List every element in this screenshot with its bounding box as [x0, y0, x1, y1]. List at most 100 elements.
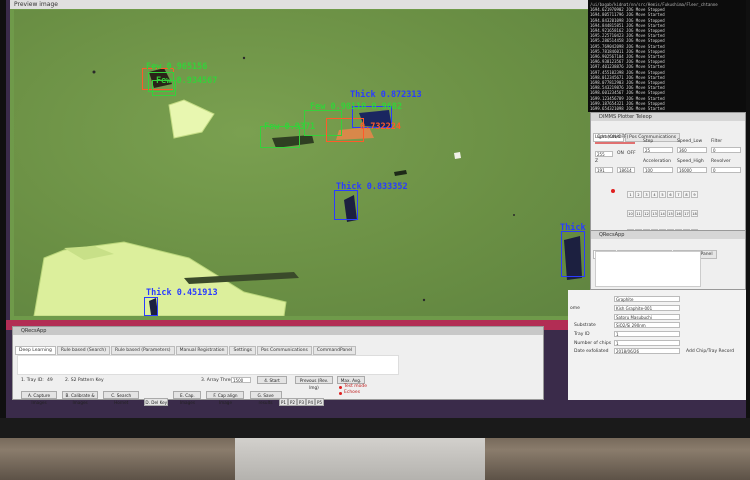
grid-button[interactable]: 16 [675, 210, 682, 217]
p4-button[interactable]: P4 [306, 398, 315, 406]
grid-button[interactable]: 7 [675, 191, 682, 198]
det-label-few-3: Few 0.90110 0.9682 [310, 102, 403, 112]
grid-button[interactable]: 11 [635, 210, 642, 217]
light-on-toggle[interactable]: ON [617, 151, 624, 156]
z-label: Z [595, 159, 599, 164]
det-label-thick-2: Thick 0.833352 [336, 182, 408, 192]
light-value-input[interactable]: 255 [595, 151, 613, 157]
cap-images-button[interactable]: E. Cap. Images [173, 391, 202, 405]
echoes-indicator[interactable] [339, 392, 342, 395]
info-source[interactable]: Kish Graphite-001 [614, 305, 680, 311]
chips-label: Number of chips [574, 341, 612, 346]
position-buttons: P1 P2 P3 P4 P5 [279, 389, 339, 408]
tray-value[interactable]: 49 [47, 378, 53, 383]
step-label: Step [643, 139, 654, 144]
tab-rule-search[interactable]: Rule based (Search) [56, 346, 111, 355]
info-material[interactable]: Graphite [614, 296, 680, 302]
tab-deep-learning[interactable]: Deep Learning [15, 346, 56, 355]
tab-pos-communications[interactable]: Pos Communications [256, 346, 312, 355]
add-record-button[interactable]: Add Chip/Tray Record [686, 349, 734, 354]
del-key-button[interactable]: D. Del Key [144, 398, 169, 406]
date-label: Date exfoliated [574, 349, 609, 354]
grid-button[interactable]: 15 [667, 210, 674, 217]
calibrate-images-button[interactable]: B. Calibrate & Images [62, 391, 99, 405]
filter-input[interactable]: 0 [711, 147, 741, 153]
grid-button[interactable]: 18 [691, 210, 698, 217]
qrecs-small-textarea[interactable] [595, 251, 701, 287]
grid-button[interactable]: 1 [627, 191, 634, 198]
tab-settings[interactable]: Settings [229, 346, 256, 355]
speed-low-label: Speed_Low [677, 139, 703, 144]
tab-manual-registration[interactable]: Manual Registration [175, 346, 229, 355]
microscope-image: Few 0.965156 Few 0.934567 Thick 0.872313… [14, 10, 590, 316]
echoes-label: Echoes [344, 390, 361, 395]
debris-4 [513, 214, 515, 216]
z-input-2[interactable]: 18614 [617, 167, 635, 173]
tab-command-panel[interactable]: CommandPanel [312, 346, 357, 355]
screen: Preview image Few 0.965156 Few 0.934567 … [6, 0, 746, 418]
max-avg-button[interactable]: Max. Avg. [337, 376, 365, 384]
det-label-few-4: Few 0.9371 [264, 122, 316, 132]
grid-button[interactable]: 13 [651, 210, 658, 217]
grid-button[interactable]: 2 [635, 191, 642, 198]
revolver-label: Revolver [711, 159, 731, 164]
grid-button[interactable]: 10 [627, 210, 634, 217]
det-label-few-2: Few 0.934567 [156, 76, 218, 86]
speed-low-input[interactable]: 360 [677, 147, 707, 153]
acceleration-label: Acceleration [643, 159, 671, 164]
flake-mid [168, 99, 215, 139]
grid-button[interactable]: 4 [651, 191, 658, 198]
det-label-thick-3: Thick [560, 223, 586, 233]
grid-button[interactable]: 17 [683, 210, 690, 217]
grid-button[interactable]: 9 [691, 191, 698, 198]
results-table[interactable] [17, 355, 399, 375]
test-mode-label: Test mode [344, 384, 368, 389]
p5-button[interactable]: P5 [315, 398, 324, 406]
flake-large [33, 56, 582, 316]
grid-button[interactable]: 14 [659, 210, 666, 217]
grid-button[interactable]: 12 [643, 210, 650, 217]
start-button[interactable]: 4. Start [257, 376, 287, 384]
grid-button[interactable]: 5 [659, 191, 666, 198]
test-mode-indicator[interactable] [339, 386, 342, 389]
p3-button[interactable]: P3 [297, 398, 306, 406]
revolver-input[interactable]: 0 [711, 167, 741, 173]
record-indicator [611, 189, 615, 193]
cap-align-image-button[interactable]: F. Cap align Image [206, 391, 245, 405]
capture-images-button[interactable]: A. Capture Images [21, 391, 57, 405]
step-input[interactable]: 25 [643, 147, 673, 153]
p1-button[interactable]: P1 [279, 398, 288, 406]
info-owner[interactable]: Satoru Masubuchi [614, 314, 680, 320]
light-slider[interactable] [595, 142, 635, 144]
date-input[interactable]: 2018/06/26 [614, 348, 680, 354]
array-thresh-input[interactable]: 1500 [231, 377, 251, 383]
det-box-thick-4 [144, 297, 158, 316]
grid-button[interactable]: 6 [667, 191, 674, 198]
chips-input[interactable]: 1 [614, 340, 680, 346]
save-results-button[interactable]: G. Save results [249, 391, 282, 405]
det-label-orange: 0.732224 [360, 122, 401, 132]
qrecs-main-title: QRecsApp [13, 327, 543, 335]
tray-id-input[interactable]: 1 [614, 331, 680, 337]
debris-1 [92, 70, 96, 74]
acceleration-input[interactable]: 100 [643, 167, 673, 173]
teleop-panel: DIMMS Plotter Teleop Command Pos Communic… [590, 112, 746, 255]
debris-2 [242, 56, 246, 60]
substrate-input[interactable]: SiO2/Si 290nm [614, 322, 680, 328]
teleop-title: DIMMS Plotter Teleop [591, 113, 745, 121]
qrecs-small-title: QRecsApp [591, 231, 745, 239]
monitor: Preview image Few 0.965156 Few 0.934567 … [0, 0, 750, 438]
previous-button[interactable]: Prevous (Rev. Img) [295, 376, 333, 390]
speed-high-input[interactable]: 16000 [677, 167, 707, 173]
debris-3 [422, 298, 426, 302]
p2-button[interactable]: P2 [288, 398, 297, 406]
grid-button[interactable]: 8 [683, 191, 690, 198]
pattern-key-label: 2. S2 Pattern Key [65, 378, 104, 383]
tab-rule-parameters[interactable]: Rule based (Parameters) [111, 346, 175, 355]
terminal-window: /ui/bagab/kidnat/nn/src/Hemis/Fukushima/… [588, 0, 746, 112]
substrate-label: Substrate [574, 323, 596, 328]
light-off-toggle[interactable]: OFF [627, 151, 636, 156]
z-input-1[interactable]: 191 [595, 167, 613, 173]
grid-button[interactable]: 3 [643, 191, 650, 198]
search-hornet-button[interactable]: C. Search Hornet [103, 391, 140, 405]
